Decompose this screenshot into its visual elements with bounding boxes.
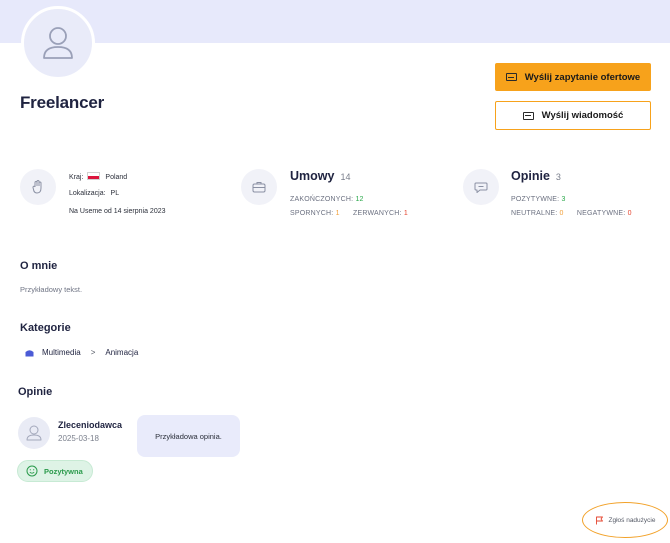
opinions-positive-value: 3 xyxy=(561,196,566,203)
category-main[interactable]: Multimedia xyxy=(42,348,81,357)
review-rating-label: Pozytywna xyxy=(44,466,83,476)
report-abuse-label: Zgłoś nadużycie xyxy=(608,516,656,524)
smile-icon xyxy=(26,465,38,477)
send-quote-request-label: Wyślij zapytanie ofertowe xyxy=(524,71,641,83)
card-icon xyxy=(522,111,534,120)
opinions-stats-count: 3 xyxy=(555,172,561,182)
profile-avatar xyxy=(21,6,95,80)
opinions-neutral-row: NEUTRALNE: 0 NEGATYWNE: 0 xyxy=(511,210,632,217)
briefcase-icon xyxy=(252,182,266,193)
categories-title: Kategorie xyxy=(20,322,71,334)
opinions-negative-value: 0 xyxy=(627,210,632,217)
country-value: Poland xyxy=(105,174,128,181)
opinions-stats-title: Opinie 3 xyxy=(511,169,561,183)
reviewer-avatar xyxy=(18,417,50,449)
profile-header-band xyxy=(0,0,670,43)
opinions-icon-circle xyxy=(463,169,499,205)
contracts-disputed-label: SPORNYCH: xyxy=(290,210,334,217)
info-icon-circle xyxy=(20,169,56,205)
report-abuse-link[interactable]: Zgłoś nadużycie xyxy=(582,502,668,538)
hand-icon xyxy=(32,180,42,194)
country-row: Kraj: Poland xyxy=(69,172,127,181)
user-icon xyxy=(26,425,42,441)
send-message-label: Wyślij wiadomość xyxy=(541,110,624,121)
contracts-broken-label: ZERWANYCH: xyxy=(352,210,402,217)
card-icon xyxy=(505,73,517,81)
location-value: PL xyxy=(110,190,120,197)
chat-bubble-icon xyxy=(474,182,488,193)
about-text: Przykładowy tekst. xyxy=(20,285,83,294)
opinions-stats-title-label: Opinie xyxy=(511,169,550,183)
review-date: 2025-03-18 xyxy=(58,434,99,443)
opinions-neutral-label: NEUTRALNE: xyxy=(511,210,558,217)
contracts-icon-circle xyxy=(241,169,277,205)
opinions-positive-label: POZYTYWNE: xyxy=(511,196,560,203)
country-label: Kraj: xyxy=(69,174,84,181)
review-text-bubble: Przykładowa opinia. xyxy=(137,415,240,457)
contracts-title-label: Umowy xyxy=(290,169,335,183)
location-label: Lokalizacja: xyxy=(69,190,106,197)
poland-flag-icon xyxy=(87,172,101,180)
about-title: O mnie xyxy=(20,260,58,272)
contracts-disputed-row: SPORNYCH: 1 ZERWANYCH: 1 xyxy=(290,210,408,217)
contracts-count: 14 xyxy=(340,172,351,182)
send-quote-request-button[interactable]: Wyślij zapytanie ofertowe xyxy=(495,63,651,91)
member-since: Na Useme od 14 sierpnia 2023 xyxy=(69,208,166,215)
opinions-positive-row: POZYTYWNE: 3 xyxy=(511,196,566,203)
contracts-title: Umowy 14 xyxy=(290,169,350,183)
flag-icon xyxy=(595,516,603,524)
review-text: Przykładowa opinia. xyxy=(155,431,222,441)
reviewer-name: Zleceniodawca xyxy=(58,420,123,430)
opinions-neutral-value: 0 xyxy=(559,210,564,217)
category-separator: > xyxy=(90,348,96,357)
contracts-disputed-value: 1 xyxy=(335,210,340,217)
send-message-button[interactable]: Wyślij wiadomość xyxy=(495,101,651,130)
contracts-broken-value: 1 xyxy=(403,210,408,217)
review-rating-badge: Pozytywna xyxy=(17,460,93,482)
contracts-completed-label: ZAKOŃCZONYCH: xyxy=(290,196,354,203)
category-sub[interactable]: Animacja xyxy=(105,348,138,357)
profile-name: Freelancer xyxy=(20,93,104,112)
opinions-negative-label: NEGATYWNE: xyxy=(576,210,626,217)
contracts-completed-value: 12 xyxy=(355,196,364,203)
contracts-completed-row: ZAKOŃCZONYCH: 12 xyxy=(290,196,364,203)
reviews-title: Opinie xyxy=(18,386,53,398)
user-icon xyxy=(43,27,73,59)
category-icon xyxy=(25,349,34,356)
location-row: Lokalizacja: PL xyxy=(69,190,119,197)
category-path: Multimedia > Animacja xyxy=(25,348,138,357)
